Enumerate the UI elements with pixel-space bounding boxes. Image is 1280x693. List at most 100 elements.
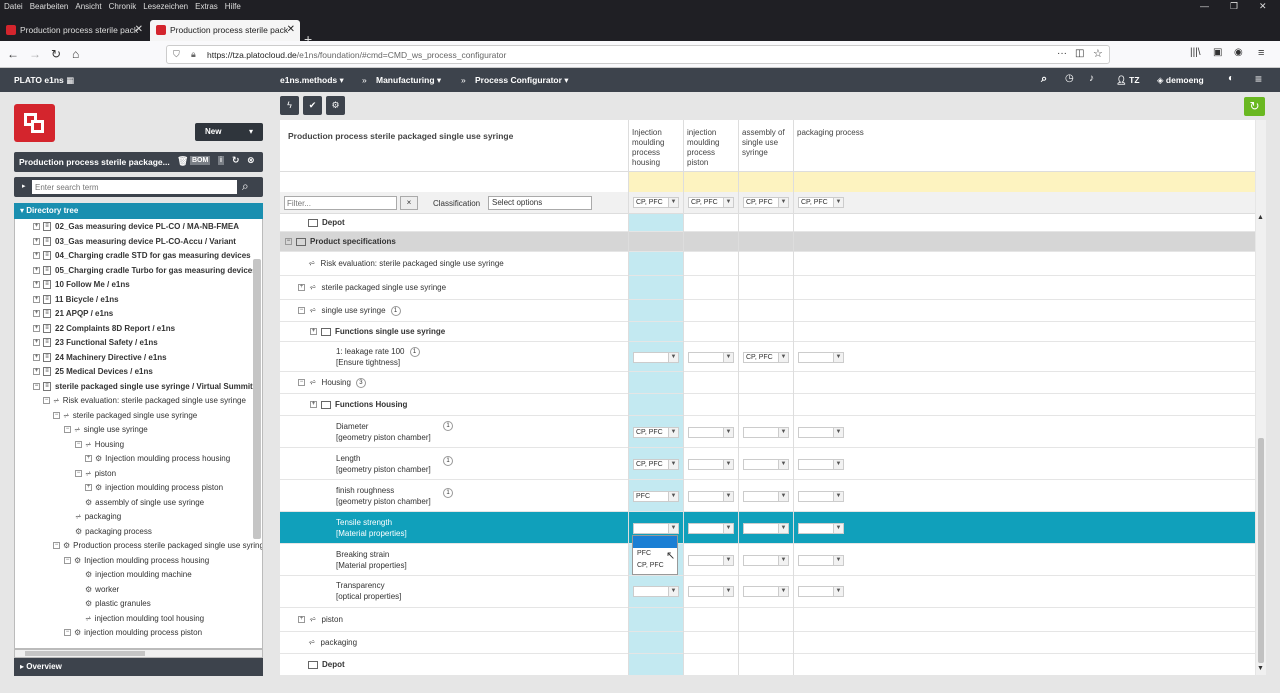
column-header[interactable]: assembly of single use syringe bbox=[742, 128, 790, 158]
cell-combobox[interactable]: ▼ bbox=[798, 427, 844, 438]
scroll-down-icon[interactable]: ▼ bbox=[1257, 665, 1264, 672]
lightning-icon[interactable]: ϟ bbox=[280, 96, 299, 115]
breadcrumb-manufacturing[interactable]: Manufacturing ▾ bbox=[376, 75, 441, 86]
tree-item[interactable]: − ⚙︎ Production process sterile packaged s… bbox=[53, 539, 262, 553]
grid-row[interactable]: Depot bbox=[280, 214, 1255, 232]
filter-clear-button[interactable]: × bbox=[400, 196, 418, 210]
cell-combobox[interactable]: ▼ bbox=[798, 459, 844, 470]
breadcrumb-methods[interactable]: e1ns.methods ▾ bbox=[280, 75, 344, 86]
grid-row[interactable]: ⩫ Risk evaluation: sterile packaged singl… bbox=[280, 252, 1255, 276]
cell-combobox[interactable]: ▼ bbox=[688, 555, 734, 566]
cell-combobox[interactable]: CP, PFC ▼ bbox=[633, 427, 679, 438]
cell-combobox[interactable]: ▼ bbox=[743, 555, 789, 566]
cell-combobox[interactable]: ▼ bbox=[688, 523, 734, 534]
tree-item[interactable]: + ≡ 03_Gas measuring device PL-CO-Accu / V… bbox=[33, 235, 236, 249]
trash-icon[interactable]: 🗑︎ bbox=[177, 156, 188, 167]
cell-combobox-open[interactable]: ▼ bbox=[633, 523, 679, 534]
tree-item[interactable]: + ≡ 21 APQP / e1ns bbox=[33, 307, 113, 321]
cell-combobox[interactable]: ▼ bbox=[688, 459, 734, 470]
tree-item[interactable]: − ⚙︎ Injection moulding process housing bbox=[64, 554, 209, 568]
cell-combobox[interactable]: ▼ bbox=[798, 555, 844, 566]
column-header[interactable]: Injection moulding process housing bbox=[632, 128, 682, 168]
pocket-icon[interactable]: ◫ bbox=[1075, 48, 1084, 59]
cell-combobox[interactable]: ▼ bbox=[798, 491, 844, 502]
grid-row[interactable]: + Functions Housing bbox=[280, 394, 1255, 416]
grid-row[interactable]: ⩫ packaging bbox=[280, 632, 1255, 654]
search-icon[interactable]: ⌕ bbox=[242, 179, 249, 194]
tree-item[interactable]: ⚙︎ injection moulding machine bbox=[85, 568, 192, 582]
grid-row-selected[interactable]: Tensile strength [Material properties] ▼ … bbox=[280, 512, 1255, 544]
cell-combobox[interactable]: CP, PFC ▼ bbox=[743, 352, 789, 363]
tree-item[interactable]: + ⚙︎ Injection moulding process housing bbox=[85, 452, 230, 466]
cell-combobox[interactable]: ▼ bbox=[688, 491, 734, 502]
tree-item[interactable]: + ≡ 05_Charging cradle Turbo for gas measu… bbox=[33, 264, 257, 278]
grid-row-section[interactable]: − Product specifications bbox=[280, 232, 1255, 252]
cell-combobox[interactable]: ▼ bbox=[633, 586, 679, 597]
tree-item[interactable]: + ≡ 25 Medical Devices / e1ns bbox=[33, 365, 153, 379]
bom-button[interactable]: BOM bbox=[190, 156, 211, 165]
tree-item[interactable]: + ≡ 02_Gas measuring device PL-CO / MA-NB-… bbox=[33, 220, 239, 234]
tenant-menu[interactable]: ◈ demoeng bbox=[1157, 75, 1204, 86]
history-icon[interactable]: ◷ bbox=[1065, 73, 1074, 84]
grid-row[interactable]: − ⩫ single use syringe 1 bbox=[280, 300, 1255, 322]
grid-row[interactable]: Depot bbox=[280, 654, 1255, 675]
check-icon[interactable]: ✔ bbox=[303, 96, 322, 115]
back-icon[interactable]: ← bbox=[7, 47, 19, 61]
classification-select[interactable]: Select options bbox=[488, 196, 592, 210]
browser-tab-2[interactable]: Production process sterile pack ✕ bbox=[150, 20, 300, 41]
grid-row[interactable]: finish roughness [geometry piston chamber… bbox=[280, 480, 1255, 512]
cell-combobox[interactable]: ▼ bbox=[688, 586, 734, 597]
forward-icon[interactable]: → bbox=[29, 47, 41, 61]
cell-combobox[interactable]: CP, PFC ▼ bbox=[633, 459, 679, 470]
library-icon[interactable]: |||\ bbox=[1190, 47, 1201, 58]
close-tab-icon[interactable]: ✕ bbox=[135, 24, 143, 35]
breadcrumb-process-configurator[interactable]: Process Configurator ▾ bbox=[475, 75, 569, 86]
hamburger-menu-icon[interactable]: ≡ bbox=[1255, 72, 1262, 86]
new-button[interactable]: New ▾ bbox=[195, 123, 263, 141]
refresh-button[interactable]: ↻ bbox=[1244, 97, 1265, 116]
directory-tree-header[interactable]: ▾ Directory tree bbox=[14, 203, 263, 219]
cell-combobox[interactable]: ▼ bbox=[743, 491, 789, 502]
tree-item[interactable]: ⚙︎ worker bbox=[85, 583, 119, 597]
grid-row[interactable]: + Functions single use syringe bbox=[280, 322, 1255, 342]
tree-item[interactable]: ⚙︎ assembly of single use syringe bbox=[85, 496, 204, 510]
overview-header[interactable]: ▸ Overview bbox=[14, 658, 263, 676]
tree-item[interactable]: ⩫ packaging bbox=[75, 510, 121, 524]
tree-item[interactable]: + ⚙︎ injection moulding process piston bbox=[85, 481, 223, 495]
help-icon[interactable]: ◐ bbox=[1228, 73, 1234, 84]
tree-item[interactable]: − ⩫ piston bbox=[75, 467, 116, 481]
minimize-icon[interactable]: — bbox=[1200, 1, 1209, 11]
cell-combobox[interactable]: ▼ bbox=[633, 352, 679, 363]
scroll-thumb[interactable] bbox=[1258, 438, 1264, 663]
cell-combobox[interactable]: ▼ bbox=[743, 523, 789, 534]
filter-combobox[interactable]: CP, PFC ▼ bbox=[798, 197, 844, 208]
tree-item[interactable]: ⚙︎ plastic granules bbox=[85, 597, 151, 611]
cell-combobox[interactable]: ▼ bbox=[743, 459, 789, 470]
account-icon[interactable]: ◉ bbox=[1234, 47, 1243, 58]
search-icon[interactable]: ⌕ bbox=[1041, 73, 1047, 86]
grid-row[interactable]: + ⩫ piston bbox=[280, 608, 1255, 632]
column-header[interactable]: injection moulding process piston bbox=[687, 128, 735, 168]
tree-item[interactable]: − ⚙︎ injection moulding process piston bbox=[64, 626, 202, 640]
menu-lesezeichen[interactable]: Lesezeichen bbox=[139, 0, 191, 11]
cell-combobox[interactable]: ▼ bbox=[743, 427, 789, 438]
close-circle-icon[interactable]: ⊗ bbox=[247, 155, 255, 166]
grid-scrollbar[interactable]: ▲ ▼ bbox=[1256, 120, 1266, 675]
process-icon[interactable]: ⚙︎ bbox=[326, 96, 345, 115]
tree-scrollbar[interactable] bbox=[253, 259, 261, 539]
filter-input[interactable] bbox=[284, 196, 397, 210]
dropdown-option-empty[interactable] bbox=[633, 536, 677, 548]
restore-icon[interactable]: ❐ bbox=[1230, 1, 1238, 12]
browser-tab-1[interactable]: Production process sterile pack ✕ bbox=[0, 20, 148, 41]
home-icon[interactable]: ⌂ bbox=[72, 47, 79, 61]
info-icon[interactable]: i bbox=[218, 156, 224, 165]
tree-item[interactable]: + ≡ 10 Follow Me / e1ns bbox=[33, 278, 130, 292]
menu-datei[interactable]: Datei bbox=[0, 0, 26, 11]
scroll-up-icon[interactable]: ▲ bbox=[1257, 214, 1264, 221]
grid-row[interactable]: Breaking strain [Material properties] ▼ ▼… bbox=[280, 544, 1255, 576]
tree-item[interactable]: ⚙︎ packaging process bbox=[75, 525, 152, 539]
tree-item[interactable]: + ≡ 11 Bicycle / e1ns bbox=[33, 293, 119, 307]
tree-item-selected[interactable]: Production process sterile packaged sing… bbox=[73, 541, 262, 550]
tree-item[interactable]: − ≡ sterile packaged single use syringe / … bbox=[33, 380, 253, 394]
grid-row[interactable]: Length [geometry piston chamber] 1 CP, PF… bbox=[280, 448, 1255, 480]
